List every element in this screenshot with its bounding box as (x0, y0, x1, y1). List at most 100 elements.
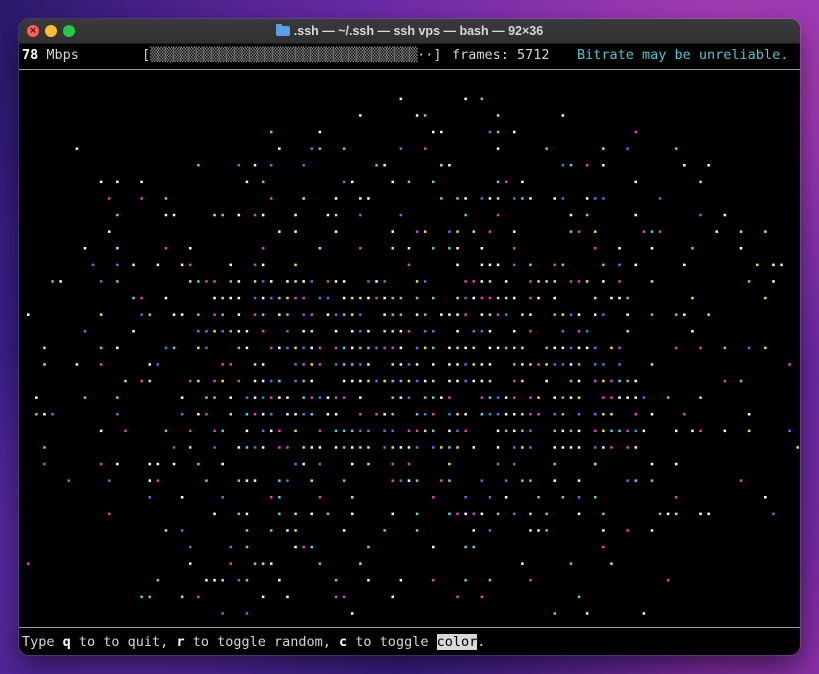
field-dot (83, 396, 87, 399)
field-dot (553, 296, 556, 300)
field-dot (189, 562, 192, 565)
field-dot (764, 496, 767, 499)
field-dot (569, 313, 573, 316)
field-dot (634, 130, 637, 134)
field-dot (189, 446, 192, 449)
field-dot (650, 413, 654, 416)
field-dot (432, 545, 435, 549)
field-dot (359, 330, 362, 333)
field-dot (448, 396, 451, 399)
field-dot (561, 197, 565, 200)
field-dot (594, 313, 597, 316)
field-dot (415, 363, 419, 366)
field-dot (156, 363, 160, 366)
field-dot (448, 479, 451, 482)
field-dot (213, 446, 216, 449)
field-dot (521, 479, 524, 482)
help-text-4: to toggle (347, 634, 437, 650)
field-dot (650, 280, 654, 283)
field-dot (342, 147, 346, 150)
field-dot (261, 313, 265, 316)
field-dot (618, 346, 621, 350)
field-dot (496, 462, 500, 466)
field-dot (99, 429, 103, 433)
field-dot (456, 363, 459, 366)
field-dot (496, 130, 500, 134)
field-dot (334, 413, 338, 416)
field-dot (529, 313, 532, 316)
field-dot (383, 429, 386, 433)
field-dot (456, 429, 459, 433)
field-dot (440, 446, 443, 449)
field-dot (180, 496, 184, 499)
field-dot (529, 479, 532, 482)
progress-bar-rest: ··] (417, 47, 442, 63)
field-dot (796, 446, 799, 449)
field-dot (448, 512, 451, 516)
field-dot (553, 363, 556, 366)
field-dot (391, 413, 394, 416)
field-dot (472, 512, 475, 516)
field-dot (342, 429, 346, 433)
field-dot (432, 346, 435, 350)
field-dot (342, 280, 346, 283)
field-dot (553, 280, 556, 283)
field-dot (577, 512, 581, 516)
field-dot (610, 413, 613, 416)
field-dot (99, 280, 103, 283)
field-dot (415, 413, 419, 416)
field-dot (253, 296, 257, 300)
field-dot (699, 180, 702, 184)
field-dot (480, 197, 484, 200)
field-dot (399, 379, 403, 383)
field-dot (569, 164, 573, 167)
field-dot (399, 396, 403, 399)
field-dot (351, 346, 354, 350)
field-dot (488, 313, 492, 316)
field-dot (359, 379, 362, 383)
field-dot (91, 263, 95, 267)
field-dot (472, 363, 475, 366)
terminal-content[interactable]: 78 Mbps [▒▒▒▒▒▒▒▒▒▒▒▒▒▒▒▒▒▒▒▒▒▒▒▒▒▒▒▒▒▒▒… (19, 44, 800, 655)
field-dot (318, 296, 322, 300)
field-dot (407, 379, 411, 383)
field-dot (310, 147, 313, 150)
field-dot (496, 413, 500, 416)
title-bar[interactable]: × .ssh — ~/.ssh — ssh vps — bash — 92×36 (19, 19, 800, 44)
field-dot (172, 446, 176, 449)
field-dot (480, 330, 484, 333)
field-dot (286, 330, 289, 333)
field-dot (545, 529, 548, 532)
field-dot (504, 496, 508, 499)
field-dot (658, 197, 662, 200)
field-dot (642, 396, 646, 399)
field-dot (723, 213, 727, 217)
field-dot (286, 595, 289, 599)
field-dot (342, 313, 346, 316)
field-dot (513, 346, 516, 350)
field-dot (464, 379, 467, 383)
field-dot (197, 413, 200, 416)
field-dot (496, 213, 500, 217)
field-dot (585, 346, 589, 350)
field-dot (278, 512, 281, 516)
field-dot (359, 413, 362, 416)
field-dot (407, 330, 411, 333)
window-title: .ssh — ~/.ssh — ssh vps — bash — 92×36 (19, 19, 800, 43)
field-dot (415, 512, 419, 516)
field-dot (529, 413, 532, 416)
field-dot (221, 462, 224, 466)
field-dot (626, 529, 629, 532)
field-dot (529, 263, 532, 267)
field-dot (529, 446, 532, 449)
help-key-color: c (339, 634, 348, 650)
field-dot (334, 330, 338, 333)
field-dot (213, 330, 216, 333)
field-dot (270, 296, 273, 300)
field-dot (359, 346, 362, 350)
field-dot (375, 413, 378, 416)
field-dot (294, 296, 297, 300)
field-dot (553, 612, 556, 615)
field-dot (116, 280, 119, 283)
field-dot (440, 197, 443, 200)
